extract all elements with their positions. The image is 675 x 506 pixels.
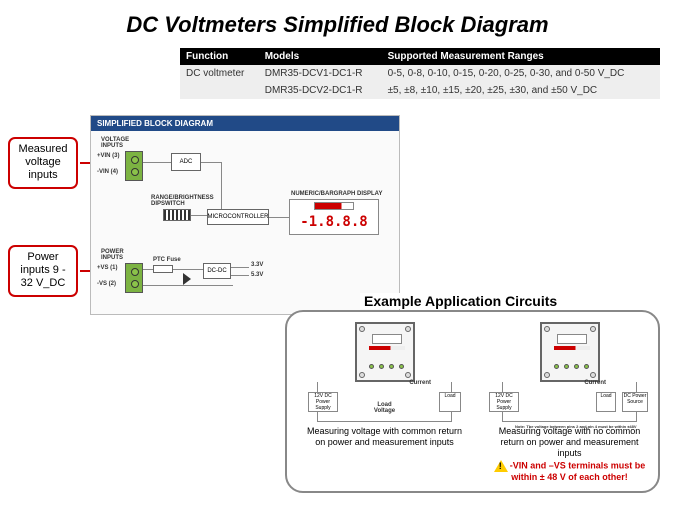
label-ptc-fuse: PTC Fuse bbox=[153, 257, 181, 263]
wire bbox=[143, 162, 171, 163]
wire bbox=[143, 269, 153, 270]
circuit-caption-right: Measuring voltage with no common return … bbox=[488, 426, 651, 458]
load-voltage-label: Load Voltage bbox=[374, 402, 395, 414]
power-terminal-block bbox=[125, 263, 143, 293]
label-vin-minus: -VIN (4) bbox=[97, 169, 118, 175]
meter-display bbox=[557, 334, 587, 344]
label-vin-plus: +VIN (3) bbox=[97, 153, 120, 159]
label-vs-minus: -VS (2) bbox=[97, 281, 116, 287]
wire bbox=[231, 267, 249, 268]
cell-func bbox=[180, 82, 259, 99]
label-5v3: 5.3V bbox=[251, 272, 263, 278]
cell-func: DC voltmeter bbox=[180, 65, 259, 82]
cell-model: DMR35-DCV1-DC1-R bbox=[259, 65, 382, 82]
cell-ranges: ±5, ±8, ±10, ±15, ±20, ±25, ±30, and ±50… bbox=[382, 82, 660, 99]
display-block: -1.8.8.8 bbox=[289, 199, 379, 235]
dcdc-block: DC-DC bbox=[203, 263, 231, 279]
wire bbox=[231, 275, 249, 276]
current-label: Current bbox=[584, 380, 606, 386]
page-title: DC Voltmeters Simplified Block Diagram bbox=[0, 0, 675, 48]
bargraph-icon bbox=[314, 202, 354, 210]
cell-ranges: 0-5, 0-8, 0-10, 0-15, 0-20, 0-25, 0-30, … bbox=[382, 65, 660, 82]
label-voltage-inputs: VOLTAGE INPUTS bbox=[101, 137, 129, 149]
circuit-no-common-return: 12V DC Power Supply Load DC Power Source… bbox=[482, 322, 657, 482]
meter-bargraph bbox=[554, 346, 590, 350]
circuit-common-return: 12V DC Power Supply Load Current Load Vo… bbox=[297, 322, 472, 448]
model-table: Function Models Supported Measurement Ra… bbox=[180, 48, 660, 99]
label-display: NUMERIC/BARGRAPH DISPLAY bbox=[291, 191, 382, 197]
th-function: Function bbox=[180, 48, 259, 65]
microcontroller-block: MICROCONTROLLER bbox=[207, 209, 269, 225]
circuit-caption-left: Measuring voltage with common return on … bbox=[303, 426, 466, 448]
table-row: DMR35-DCV2-DC1-R ±5, ±8, ±10, ±15, ±20, … bbox=[180, 82, 660, 99]
diode-icon bbox=[183, 273, 191, 285]
callout-power-inputs: Power inputs 9 - 32 V_DC bbox=[8, 245, 78, 297]
example-title: Example Application Circuits bbox=[360, 293, 561, 309]
label-dipswitch: RANGE/BRIGHTNESS DIPSWITCH bbox=[151, 195, 214, 207]
label-vs-plus: +VS (1) bbox=[97, 265, 118, 271]
cell-model: DMR35-DCV2-DC1-R bbox=[259, 82, 382, 99]
wire bbox=[191, 215, 207, 216]
block-diagram-header: SIMPLIFIED BLOCK DIAGRAM bbox=[91, 116, 399, 131]
meter-display bbox=[372, 334, 402, 344]
wire bbox=[201, 162, 221, 163]
display-digits: -1.8.8.8 bbox=[296, 212, 371, 232]
note-label: Note: The voltage between pins 2 and pin… bbox=[515, 424, 637, 429]
power-supply-box: 12V DC Power Supply bbox=[489, 392, 519, 412]
wire bbox=[269, 217, 289, 218]
table-row: DC voltmeter DMR35-DCV1-DC1-R 0-5, 0-8, … bbox=[180, 65, 660, 82]
label-3v3: 3.3V bbox=[251, 262, 263, 268]
load-box: Load bbox=[439, 392, 461, 412]
load-box: Load bbox=[596, 392, 616, 412]
callout-measured-voltage: Measured voltage inputs bbox=[8, 137, 78, 189]
power-supply-box: 12V DC Power Supply bbox=[308, 392, 338, 412]
wire bbox=[143, 285, 233, 286]
current-label: Current bbox=[409, 380, 431, 386]
block-diagram-panel: SIMPLIFIED BLOCK DIAGRAM VOLTAGE INPUTS … bbox=[90, 115, 400, 315]
meter-bargraph bbox=[369, 346, 405, 350]
voltage-terminal-block bbox=[125, 151, 143, 181]
th-ranges: Supported Measurement Ranges bbox=[382, 48, 660, 65]
example-application-panel: 12V DC Power Supply Load Current Load Vo… bbox=[285, 310, 660, 493]
warning-msg: -VIN and –VS terminals must be within ± … bbox=[510, 461, 646, 483]
dipswitch-block bbox=[163, 209, 191, 221]
meter-icon bbox=[540, 322, 600, 382]
wire bbox=[173, 269, 203, 270]
warning-triangle-icon bbox=[494, 460, 508, 472]
th-models: Models bbox=[259, 48, 382, 65]
warning-text: -VIN and –VS terminals must be within ± … bbox=[482, 460, 657, 482]
label-power-inputs: POWER INPUTS bbox=[101, 249, 124, 261]
adc-block: ADC bbox=[171, 153, 201, 171]
meter-icon bbox=[355, 322, 415, 382]
ptc-fuse-block bbox=[153, 265, 173, 273]
dc-source-box: DC Power Source bbox=[622, 392, 648, 412]
